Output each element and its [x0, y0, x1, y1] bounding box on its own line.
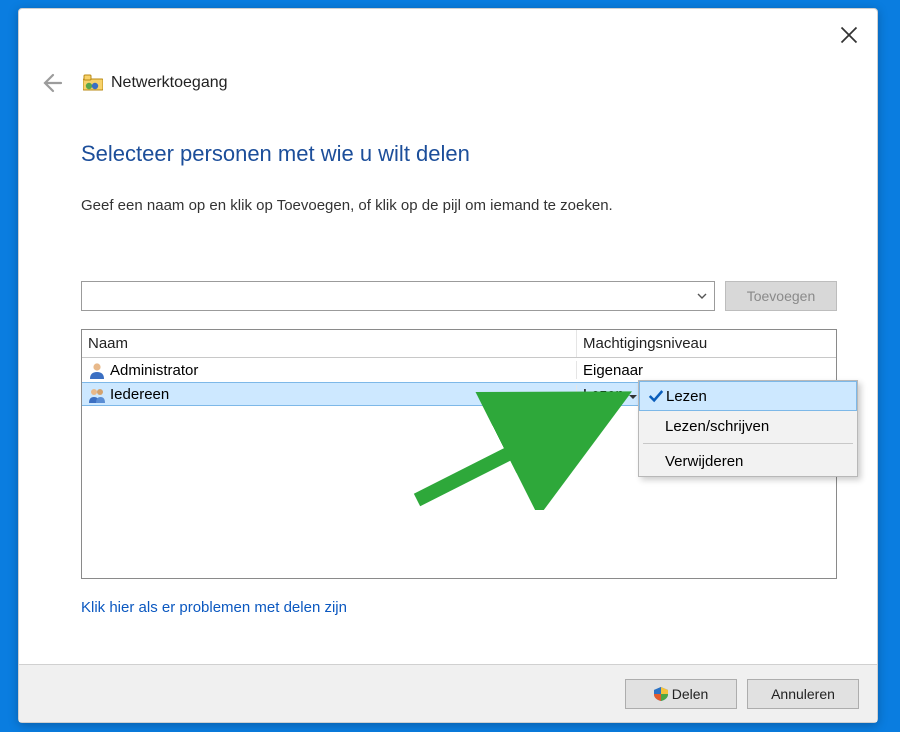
table-row[interactable]: Administrator Eigenaar — [82, 358, 836, 382]
dialog-window: Netwerktoegang Selecteer personen met wi… — [18, 8, 878, 723]
subtitle: Geef een naam op en klik op Toevoegen, o… — [81, 197, 613, 214]
share-button-label: Delen — [672, 686, 709, 702]
row-name: Administrator — [110, 362, 198, 379]
check-icon — [645, 416, 665, 436]
user-combobox[interactable] — [81, 281, 715, 311]
shield-icon — [654, 687, 668, 701]
cancel-button[interactable]: Annuleren — [747, 679, 859, 709]
heading: Selecteer personen met wie u wilt delen — [81, 141, 470, 167]
page-title: Netwerktoegang — [111, 74, 228, 92]
back-arrow-icon — [39, 71, 63, 95]
share-button[interactable]: Delen — [625, 679, 737, 709]
close-icon — [839, 25, 859, 45]
header-row: Netwerktoegang — [39, 71, 228, 95]
permission-dropdown[interactable]: Lezen — [583, 386, 638, 403]
column-name[interactable]: Naam — [82, 330, 577, 357]
row-permission: Eigenaar — [577, 362, 836, 379]
check-icon — [645, 451, 665, 471]
add-user-row: Toevoegen — [81, 281, 837, 311]
permission-value: Lezen — [583, 386, 624, 403]
network-access-icon — [83, 74, 103, 92]
row-name: Iedereen — [110, 386, 169, 403]
user-icon — [88, 361, 106, 379]
column-permission[interactable]: Machtigingsniveau — [577, 330, 836, 357]
menu-item-label: Lezen — [666, 388, 707, 405]
check-icon — [646, 386, 666, 406]
menu-item-label: Lezen/schrijven — [665, 418, 769, 435]
close-button[interactable] — [839, 25, 859, 45]
permission-menu-item[interactable]: Verwijderen — [639, 446, 857, 476]
chevron-down-icon — [696, 290, 708, 302]
menu-separator — [643, 443, 853, 444]
permission-menu-item[interactable]: Lezen — [639, 381, 857, 411]
permission-menu-item[interactable]: Lezen/schrijven — [639, 411, 857, 441]
caret-down-icon — [628, 389, 638, 399]
permission-menu: Lezen Lezen/schrijven Verwijderen — [638, 380, 858, 477]
menu-item-label: Verwijderen — [665, 453, 743, 470]
table-header: Naam Machtigingsniveau — [82, 330, 836, 358]
back-button[interactable] — [39, 71, 63, 95]
help-link[interactable]: Klik hier als er problemen met delen zij… — [81, 599, 347, 616]
dialog-footer: Delen Annuleren — [19, 664, 877, 722]
group-icon — [88, 385, 106, 403]
add-button: Toevoegen — [725, 281, 837, 311]
